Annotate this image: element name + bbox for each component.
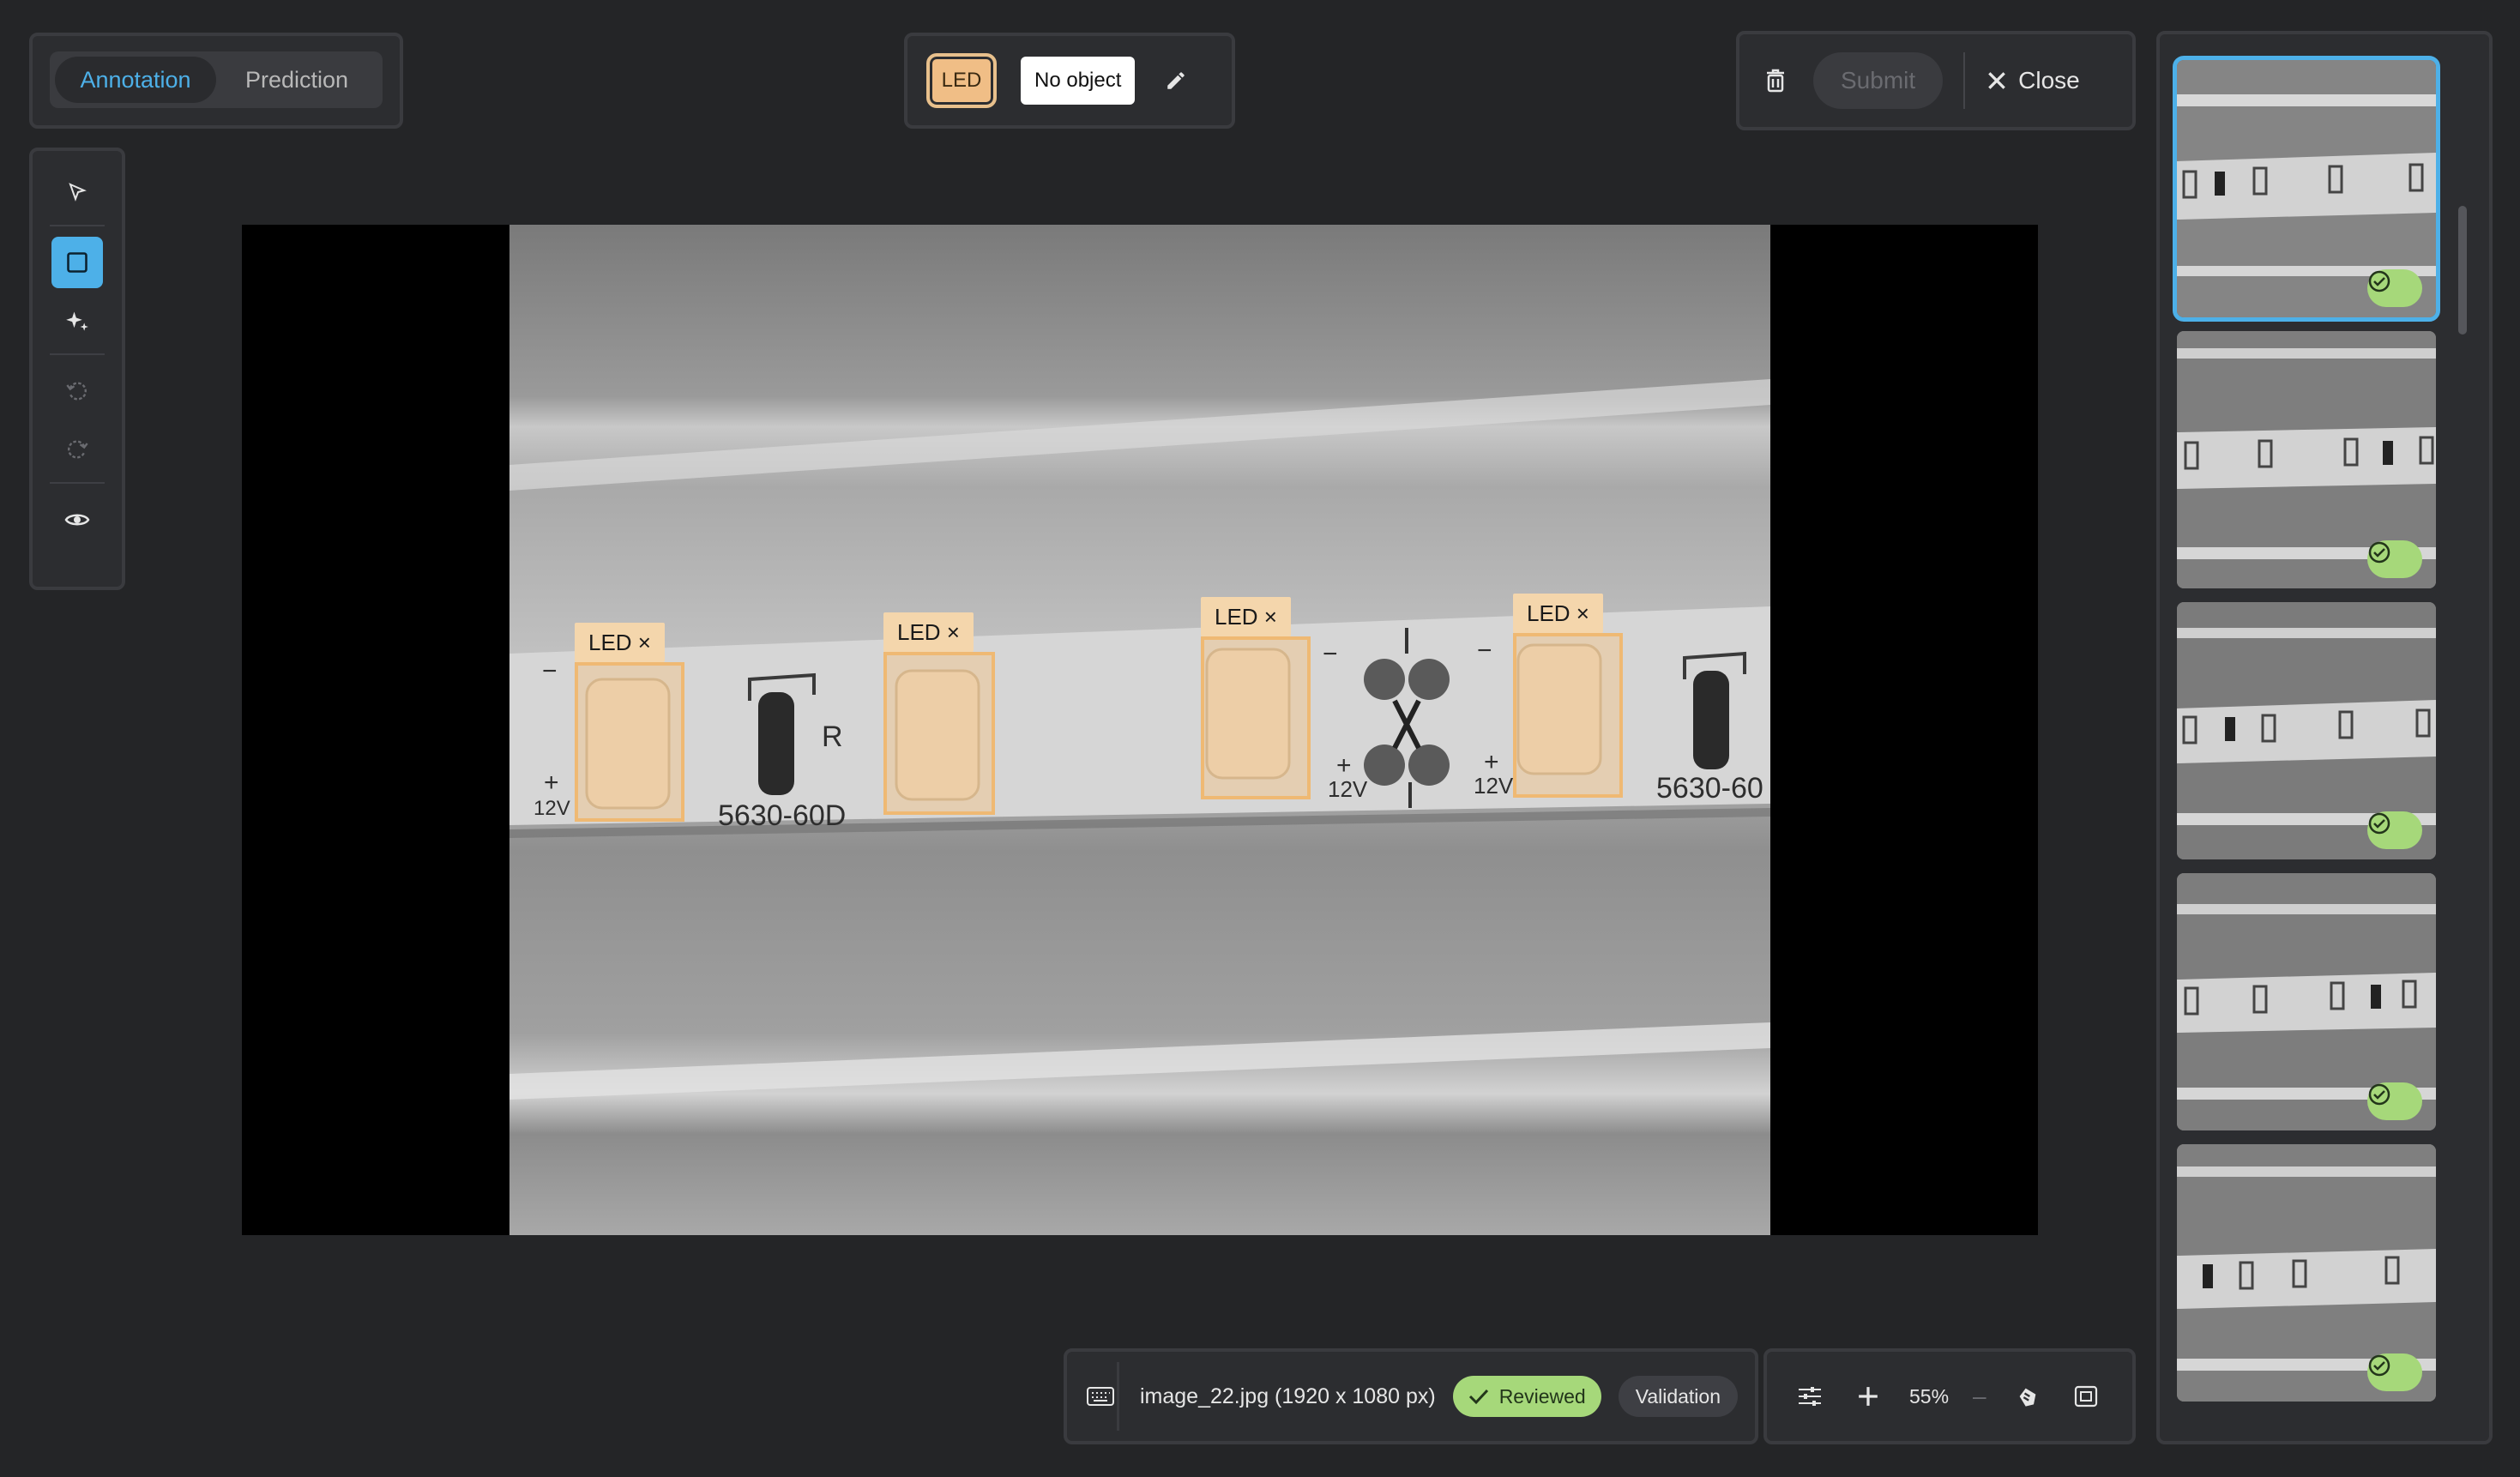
redo-icon[interactable]	[51, 424, 103, 475]
annotation-tag-led[interactable]: LED ×	[1201, 597, 1291, 636]
thumbnail-item[interactable]	[2177, 602, 2436, 859]
reviewed-check-icon	[2367, 1353, 2422, 1391]
delete-trash-icon[interactable]	[1758, 63, 1793, 98]
annotation-box-led[interactable]	[1513, 633, 1623, 798]
thumbnail-item[interactable]	[2177, 1144, 2436, 1402]
thumbnail-scrollbar[interactable]	[2458, 206, 2467, 335]
mode-tabs-panel: Annotation Prediction	[29, 33, 403, 129]
reviewed-check-icon	[2367, 540, 2422, 578]
divider	[1963, 52, 1966, 109]
label-led-button[interactable]: LED	[926, 53, 997, 108]
magic-sparkle-icon[interactable]	[51, 295, 103, 347]
zoom-in-plus-icon[interactable]	[1851, 1379, 1885, 1414]
plus-mark-text: +	[544, 769, 559, 797]
annotation-tag-led[interactable]: LED ×	[575, 623, 665, 662]
zoom-level-text: 55%	[1909, 1384, 1950, 1408]
tool-divider	[50, 353, 105, 355]
label-no-object-button[interactable]: No object	[1021, 57, 1136, 105]
thumbnail-item[interactable]	[2177, 873, 2436, 1130]
thumbnail-item[interactable]	[2177, 331, 2436, 588]
label-selector: LED No object	[904, 33, 1235, 129]
voltage-text: 12V	[1328, 776, 1368, 802]
check-icon	[1468, 1389, 1488, 1405]
keyboard-shortcuts-icon[interactable]	[1084, 1362, 1119, 1431]
annotation-tag-led[interactable]: LED ×	[883, 612, 974, 652]
reviewed-status-badge[interactable]: Reviewed	[1452, 1376, 1601, 1417]
voltage-text: 12V	[1474, 773, 1514, 799]
annotation-box-led[interactable]	[883, 652, 995, 815]
undo-icon[interactable]	[51, 365, 103, 417]
actions-panel: Submit Close	[1736, 31, 2136, 130]
plus-mark-text: +	[1336, 751, 1352, 780]
part-code-text: 5630-60D	[718, 799, 846, 832]
bounding-box-icon[interactable]	[51, 237, 103, 288]
edit-labels-pencil-icon[interactable]	[1159, 63, 1193, 98]
image-info-bar: image_22.jpg (1920 x 1080 px) Reviewed V…	[1064, 1348, 1758, 1444]
tool-divider	[50, 225, 105, 226]
resistor-mark-text: R	[822, 720, 843, 753]
fit-to-screen-icon[interactable]	[2069, 1379, 2103, 1414]
plus-mark-text: +	[1484, 748, 1499, 776]
zoom-controls: 55% –	[1763, 1348, 2136, 1444]
minus-mark-text: −	[1477, 636, 1492, 665]
voltage-text: 12V	[534, 797, 570, 820]
tab-annotation[interactable]: Annotation	[55, 57, 216, 103]
close-icon	[1988, 72, 2005, 89]
part-code-cut-text: 5630-60	[1656, 772, 1763, 805]
close-label: Close	[2018, 67, 2080, 93]
submit-button[interactable]: Submit	[1813, 52, 1944, 109]
tool-divider	[50, 482, 105, 484]
annotation-label: LED ×	[897, 618, 960, 645]
visibility-eye-icon[interactable]	[51, 494, 103, 546]
minus-mark-text: −	[1323, 640, 1338, 668]
tab-prediction[interactable]: Prediction	[216, 57, 377, 103]
mode-tabs: Annotation Prediction	[50, 51, 383, 108]
tools-panel	[29, 148, 125, 590]
annotation-box-led[interactable]	[1201, 636, 1311, 799]
zoom-out-minus-icon[interactable]: –	[1973, 1383, 1986, 1410]
reviewed-label: Reviewed	[1498, 1384, 1586, 1408]
adjust-sliders-icon[interactable]	[1793, 1379, 1827, 1414]
reviewed-check-icon	[2367, 811, 2422, 849]
minus-mark-text: −	[542, 657, 558, 685]
reviewed-check-icon	[2367, 1082, 2422, 1120]
annotation-tag-led[interactable]: LED ×	[1513, 594, 1603, 633]
annotation-box-led[interactable]	[575, 662, 684, 822]
thumbnail-strip	[2156, 31, 2493, 1444]
reviewed-check-icon	[2367, 269, 2422, 307]
select-pointer-icon[interactable]	[51, 166, 103, 218]
validation-badge[interactable]: Validation	[1618, 1376, 1738, 1417]
file-name-text: image_22.jpg (1920 x 1080 px)	[1140, 1384, 1436, 1408]
annotation-label: LED ×	[1215, 603, 1277, 630]
close-button[interactable]: Close	[1986, 67, 2080, 94]
hand-pan-icon[interactable]	[2011, 1379, 2045, 1414]
thumbnail-item[interactable]	[2173, 56, 2440, 322]
image-canvas[interactable]: 5630-60D 5630-60 R 12V 12V 12V + + + − −…	[242, 225, 2038, 1235]
annotation-label: LED ×	[1527, 600, 1589, 626]
annotation-label: LED ×	[588, 629, 651, 655]
